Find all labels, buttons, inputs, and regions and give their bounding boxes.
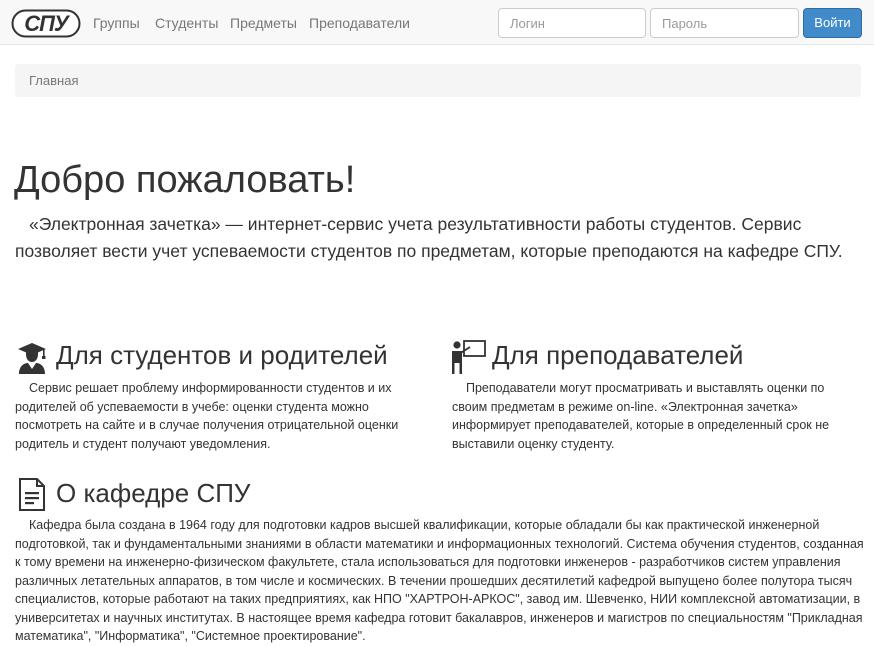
nav-link-teachers[interactable]: Преподаватели [309, 15, 410, 31]
login-button[interactable]: Войти [803, 8, 862, 38]
nav-link-students[interactable]: Студенты [155, 15, 218, 31]
password-input[interactable] [650, 8, 799, 38]
navbar: СПУ Группы Студенты Предметы Преподавате… [0, 0, 874, 45]
brand-logo[interactable]: СПУ [11, 9, 81, 38]
login-input[interactable] [498, 8, 646, 38]
teachers-section-title: Для преподавателей [492, 340, 744, 370]
graduate-icon [18, 343, 46, 374]
students-section-text: Сервис решает проблему информированности… [15, 381, 399, 451]
document-icon [19, 478, 45, 511]
teacher-board-icon [452, 340, 486, 374]
brand-text: СПУ [24, 11, 71, 36]
hero-description: «Электронная зачетка» — интернет-сервис … [15, 214, 843, 261]
teachers-section-text: Преподаватели могут просматривать и выст… [452, 381, 830, 451]
breadcrumb: Главная [15, 64, 861, 97]
nav-link-subjects[interactable]: Предметы [230, 15, 297, 31]
nav-link-groups[interactable]: Группы [93, 15, 140, 31]
students-section-title: Для студентов и родителей [56, 340, 388, 370]
breadcrumb-home: Главная [29, 73, 79, 88]
page-title: Добро пожаловать! [14, 159, 356, 201]
about-section-title: О кафедре СПУ [56, 478, 251, 508]
about-section-text: Кафедра была создана в 1964 году для под… [15, 518, 864, 643]
